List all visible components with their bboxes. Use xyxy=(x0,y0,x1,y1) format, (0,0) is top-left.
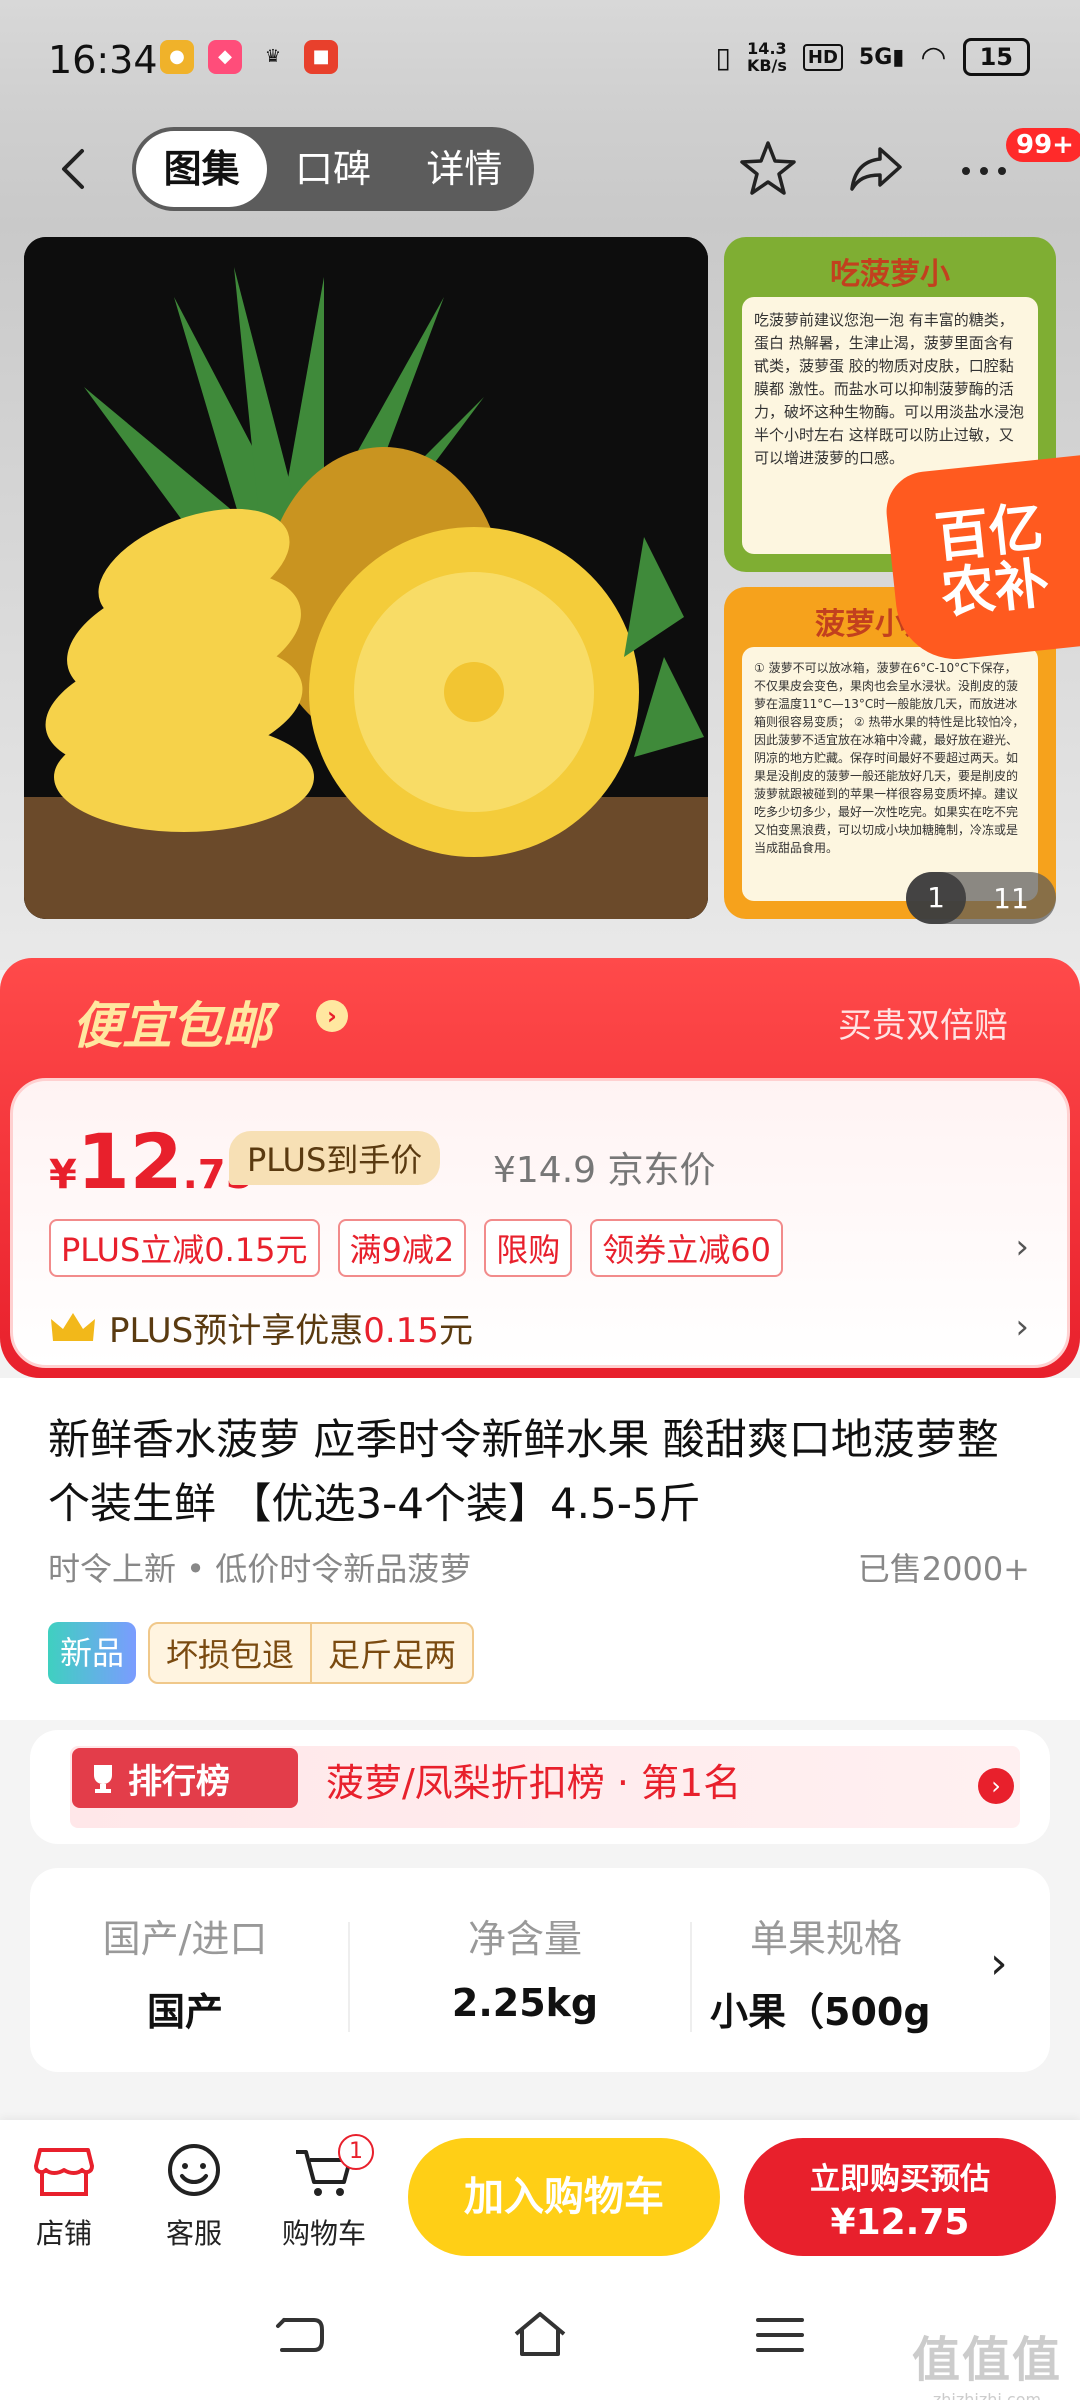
tab-reviews[interactable]: 口碑 xyxy=(267,131,398,207)
app-notification-icon: ● xyxy=(160,40,194,74)
product-tags: 新品 坏损包退 足斤足两 xyxy=(48,1622,475,1684)
page-indicator: 1 11 xyxy=(906,872,1056,924)
status-time: 16:34 xyxy=(48,38,158,82)
promo-title[interactable]: 便宜包邮 xyxy=(72,986,272,1058)
favorite-star-icon[interactable] xyxy=(736,137,800,201)
chevron-right-icon[interactable]: › xyxy=(316,1000,348,1032)
thumb-title: 吃菠萝小 xyxy=(830,257,950,292)
product-info: 新鲜香水菠萝 应季时令新鲜水果 酸甜爽口地菠萝整个装生鲜 【优选3-4个装】4.… xyxy=(0,1378,1080,2140)
new-tag: 新品 xyxy=(48,1622,137,1684)
message-count-badge: 99+ xyxy=(1006,128,1080,162)
price-card: ¥12.75 PLUS到手价 ¥14.9 京东价 PLUS立减0.15元 满9减… xyxy=(10,1078,1070,1368)
page-current: 1 xyxy=(906,872,966,924)
product-title: 新鲜香水菠萝 应季时令新鲜水果 酸甜爽口地菠萝整个装生鲜 【优选3-4个装】4.… xyxy=(48,1415,999,1528)
trophy-icon xyxy=(94,1765,112,1793)
vibrate-icon: ▯ xyxy=(715,40,731,74)
status-bar: 16:34 ● ◆ ♛ ■ ▯ 14.3 KB/s HD 5G▮ ◠ 15 xyxy=(0,0,1080,115)
bottom-action-bar: 店铺 客服 购物车 1 加入购物车 立即购买预估 ¥12.75 xyxy=(0,2120,1080,2270)
discount-chip[interactable]: PLUS立减0.15元 xyxy=(49,1219,320,1277)
battery-icon: 15 xyxy=(962,38,1030,76)
product-subline: 时令上新 • 低价时令新品菠萝 xyxy=(48,1550,472,1588)
double-compensation-label[interactable]: 买贵双倍赔 xyxy=(838,998,1008,1047)
jd-price: ¥14.9 京东价 xyxy=(493,1150,716,1191)
store-icon xyxy=(34,2148,94,2196)
status-indicators: ▯ 14.3 KB/s HD 5G▮ ◠ 15 xyxy=(716,38,1030,76)
divider xyxy=(348,1922,350,2032)
spec-card[interactable]: 国产/进口 国产 净含量 2.25kg 单果规格 小果（500g › xyxy=(30,1868,1050,2072)
service-tag: 足斤足两 xyxy=(310,1624,472,1682)
service-tag: 坏损包退 xyxy=(166,1636,295,1674)
spec-fruit-size: 单果规格 小果（500g xyxy=(710,1917,931,2034)
spec-net-weight: 净含量 2.25kg xyxy=(451,1917,599,2025)
chevron-right-icon: › xyxy=(978,1768,1014,1804)
price-section: 便宜包邮 › 买贵双倍赔 ¥12.75 PLUS到手价 ¥14.9 京东价 PL… xyxy=(0,958,1080,1378)
crown-icon xyxy=(51,1312,95,1341)
customer-service-button[interactable]: 客服 xyxy=(134,2142,254,2252)
plus-price-tag: PLUS到手价 xyxy=(229,1131,441,1185)
sold-count: 已售2000+ xyxy=(857,1550,1030,1588)
app-notification-icon: ◆ xyxy=(208,40,242,74)
gallery-tabs: 图集 口碑 详情 xyxy=(132,127,534,211)
service-tags[interactable]: 坏损包退 足斤足两 xyxy=(148,1622,475,1684)
discount-chips: PLUS立减0.15元 满9减2 限购 领券立减60 xyxy=(49,1219,784,1277)
hd-icon: HD xyxy=(802,43,843,71)
page-total: 11 xyxy=(993,881,1029,915)
discount-chip[interactable]: 限购 xyxy=(484,1219,573,1277)
system-menu-icon[interactable] xyxy=(750,2310,810,2360)
system-back-icon[interactable] xyxy=(270,2310,330,2360)
add-to-cart-button[interactable]: 加入购物车 xyxy=(408,2138,720,2256)
back-icon[interactable] xyxy=(52,145,100,193)
ranking-card[interactable]: 排行榜 菠萝/凤梨折扣榜 · 第1名 › xyxy=(30,1730,1050,1844)
current-price: ¥12.75 xyxy=(49,1117,254,1206)
share-icon[interactable] xyxy=(844,137,908,201)
status-app-icons: ● ◆ ♛ ■ xyxy=(160,40,338,74)
tab-details[interactable]: 详情 xyxy=(399,131,530,207)
system-home-icon[interactable] xyxy=(510,2310,570,2360)
app-notification-icon: ■ xyxy=(304,40,338,74)
watermark: 值值值 zhizhizhi.com xyxy=(911,2332,1062,2400)
net-speed: 14.3 KB/s xyxy=(746,39,787,75)
discount-chip[interactable]: 满9减2 xyxy=(337,1219,467,1277)
buy-now-button[interactable]: 立即购买预估 ¥12.75 xyxy=(744,2138,1056,2256)
discount-chip[interactable]: 领券立减60 xyxy=(590,1219,784,1277)
subsidy-sticker[interactable]: 百亿 农补 xyxy=(882,455,1080,665)
system-nav-bar: 值值值 zhizhizhi.com xyxy=(0,2270,1080,2400)
main-product-image[interactable] xyxy=(24,237,708,919)
thumb-text: ① 菠萝不可以放冰箱，菠萝在6°C-10°C下保存，不仅果皮会变色，果肉也会呈水… xyxy=(742,647,1038,901)
tab-gallery[interactable]: 图集 xyxy=(136,131,268,207)
cart-button[interactable]: 购物车 1 xyxy=(264,2134,384,2252)
signal-icon: 5G▮ xyxy=(858,44,905,70)
wifi-icon: ◠ xyxy=(920,39,947,75)
image-gallery: 吃菠萝小 吃菠萝前建议您泡一泡 有丰富的糖类，蛋白 热解暑，生津止渴，菠萝里面含… xyxy=(0,225,1080,970)
store-button[interactable]: 店铺 xyxy=(4,2142,124,2252)
top-nav: 图集 口碑 详情 99+ xyxy=(0,115,1080,225)
ranking-badge: 排行榜 xyxy=(72,1748,298,1808)
chevron-right-icon[interactable]: › xyxy=(990,1938,1008,1989)
ranking-text: 菠萝/凤梨折扣榜 · 第1名 xyxy=(326,1761,742,1805)
chat-smile-icon xyxy=(168,2144,220,2196)
chevron-right-icon[interactable]: › xyxy=(1015,1307,1029,1347)
cart-count-badge: 1 xyxy=(338,2134,374,2170)
spec-origin: 国产/进口 国产 xyxy=(102,1917,268,2034)
plus-savings-row[interactable]: PLUS预计享优惠0.15元 xyxy=(49,1303,473,1352)
crown-notification-icon: ♛ xyxy=(264,46,282,67)
chevron-right-icon[interactable]: › xyxy=(1015,1227,1029,1267)
